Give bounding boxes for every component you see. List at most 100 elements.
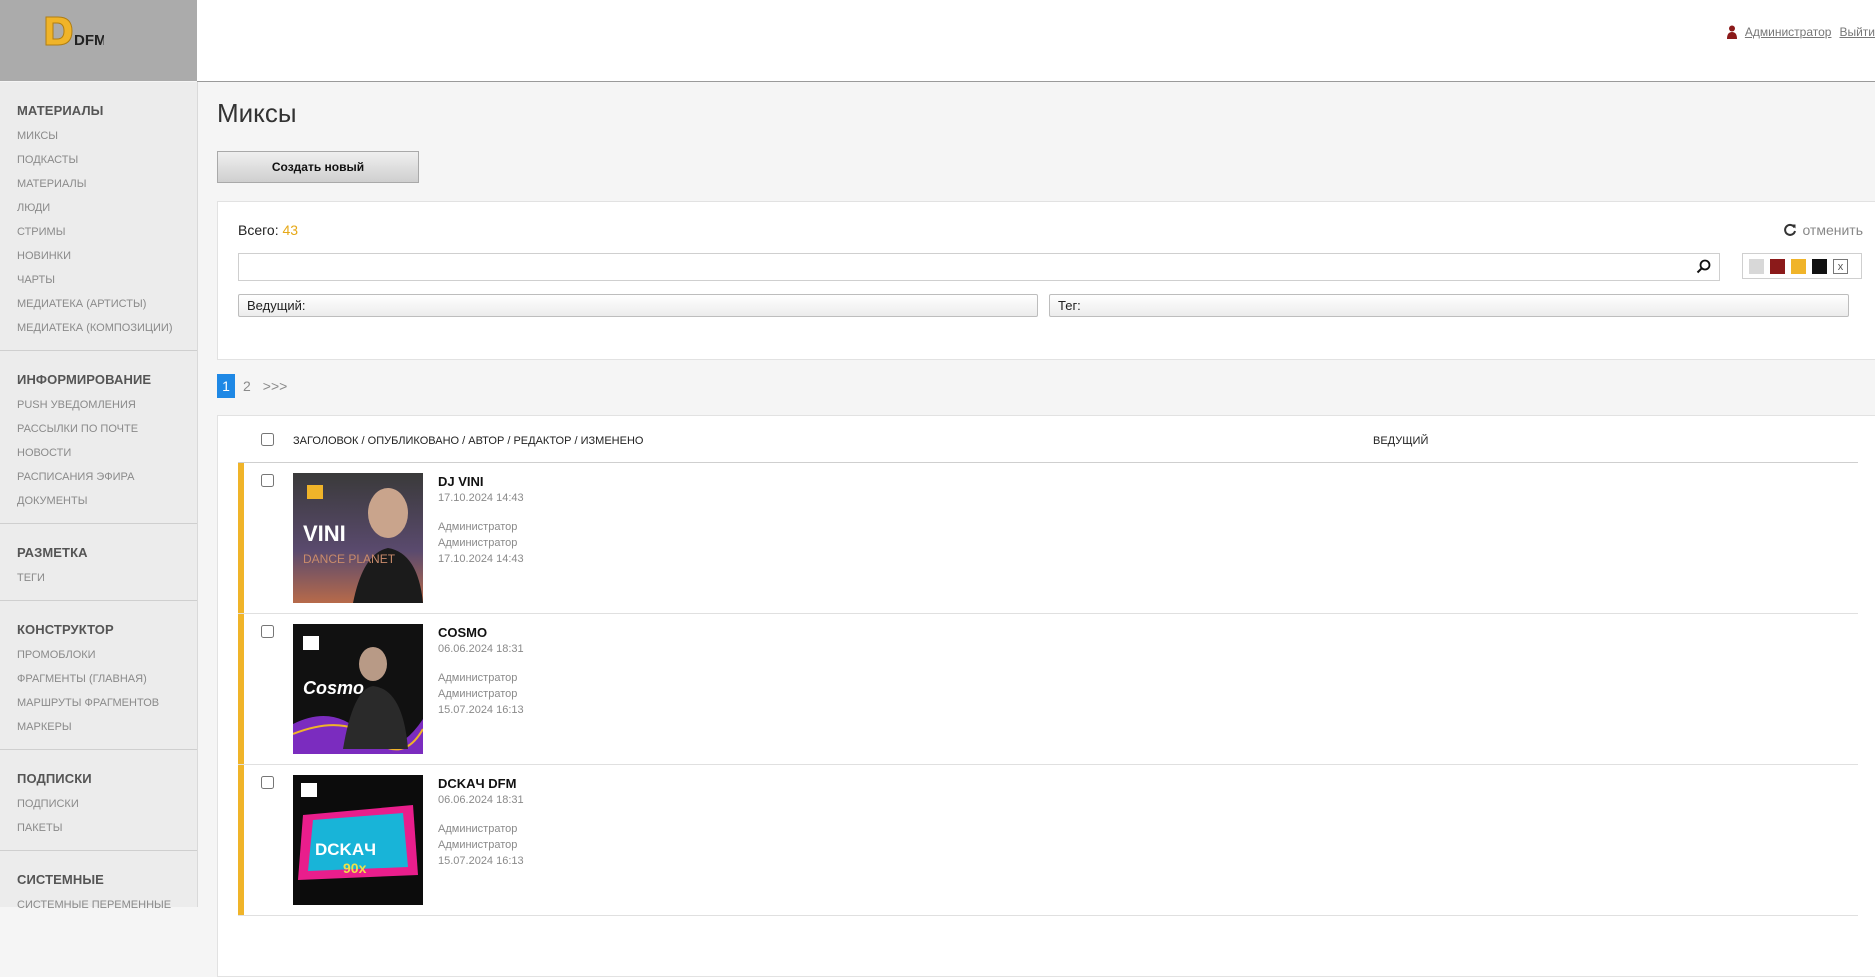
sidebar-item[interactable]: ФРАГМЕНТЫ (ГЛАВНАЯ) [17, 667, 197, 691]
tag-select[interactable]: Тег: [1049, 294, 1849, 317]
row-checkbox[interactable] [261, 625, 274, 638]
logout-link[interactable]: Выйти [1839, 25, 1875, 39]
author-name: Администратор [438, 521, 518, 533]
reset-label: отменить [1802, 222, 1863, 238]
page-title: Миксы [217, 98, 297, 128]
page-link-2[interactable]: 2 [237, 378, 257, 394]
clear-color-button[interactable]: x [1833, 258, 1848, 274]
create-new-button[interactable]: Создать новый [217, 151, 419, 183]
sidebar-item[interactable]: ЛЮДИ [17, 196, 197, 220]
dfm-logo[interactable]: DFM [44, 15, 104, 51]
sidebar-section: КОНСТРУКТОР ПРОМОБЛОКИ ФРАГМЕНТЫ (ГЛАВНАЯ)… [0, 601, 197, 750]
sidebar-section-title[interactable]: СИСТЕМНЫЕ [17, 872, 197, 887]
published-date: 06.06.2024 18:31 [438, 643, 524, 655]
sidebar-item[interactable]: ТЕГИ [17, 566, 197, 590]
sidebar-item[interactable]: МИКСЫ [17, 124, 197, 148]
sidebar-item[interactable]: ДОКУМЕНТЫ [17, 489, 197, 513]
mix-cover-image[interactable]: VINI DANCE PLANET [293, 473, 423, 603]
cover-subtitle: DANCE PLANET [303, 552, 396, 566]
total-count: 43 [282, 222, 299, 238]
search-box [238, 253, 1720, 281]
row-checkbox[interactable] [261, 474, 274, 487]
sidebar-section: СИСТЕМНЫЕ СИСТЕМНЫЕ ПЕРЕМЕННЫЕ [0, 851, 197, 927]
list-item[interactable]: VINI DANCE PLANET DJ VINI 17.10.2024 14:… [238, 463, 1858, 614]
sidebar-item[interactable]: МЕДИАТЕКА (КОМПОЗИЦИИ) [17, 316, 197, 340]
sidebar-section-title[interactable]: МАТЕРИАЛЫ [17, 103, 197, 118]
logo-area[interactable]: DFM [0, 0, 197, 81]
row-checkbox[interactable] [261, 776, 274, 789]
total-counter: Всего: 43 [238, 222, 298, 238]
swatch-dark-red[interactable] [1770, 258, 1785, 274]
main-content: Миксы Создать новый Всего: 43 отменить x… [197, 82, 1875, 977]
presenter-select[interactable]: Ведущий: [238, 294, 1038, 317]
sidebar-section: ПОДПИСКИ ПОДПИСКИ ПАКЕТЫ [0, 750, 197, 851]
total-label: Всего: [238, 222, 279, 238]
list-item[interactable]: DCKAЧ 90x DCKAЧ DFM 06.06.2024 18:31 Адм… [238, 765, 1858, 916]
user-name-link[interactable]: Администратор [1745, 25, 1832, 39]
sidebar-item[interactable]: СТРИМЫ [17, 220, 197, 244]
sidebar-section-title[interactable]: КОНСТРУКТОР [17, 622, 197, 637]
row-accent-bar [238, 765, 244, 915]
mix-title[interactable]: DCKAЧ DFM [438, 776, 516, 791]
sidebar-item[interactable]: МАРКЕРЫ [17, 715, 197, 739]
sidebar-section: ИНФОРМИРОВАНИЕ PUSH УВЕДОМЛЕНИЯ РАССЫЛКИ П… [0, 351, 197, 524]
user-icon [1726, 25, 1737, 39]
editor-name: Администратор [438, 537, 518, 549]
list-item[interactable]: Cosmo COSMO 06.06.2024 18:31 Администрат… [238, 614, 1858, 765]
sidebar-section: РАЗМЕТКА ТЕГИ [0, 524, 197, 601]
published-date: 06.06.2024 18:31 [438, 794, 524, 806]
editor-name: Администратор [438, 839, 518, 851]
cover-title: DCKAЧ [315, 840, 376, 859]
reset-filters-button[interactable]: отменить [1783, 222, 1863, 238]
swatch-black[interactable] [1812, 258, 1827, 274]
sidebar-item[interactable]: МЕДИАТЕКА (АРТИСТЫ) [17, 292, 197, 316]
swatch-yellow[interactable] [1791, 258, 1806, 274]
sidebar-item[interactable]: ПРОМОБЛОКИ [17, 643, 197, 667]
search-input[interactable] [239, 254, 1691, 278]
sidebar-item[interactable]: РАССЫЛКИ ПО ПОЧТЕ [17, 417, 197, 441]
mix-cover-image[interactable]: Cosmo [293, 624, 423, 754]
modified-date: 17.10.2024 14:43 [438, 553, 524, 565]
author-name: Администратор [438, 672, 518, 684]
column-presenter-header[interactable]: ВЕДУЩИЙ [1373, 435, 1428, 447]
sidebar-item[interactable]: ПОДКАСТЫ [17, 148, 197, 172]
mix-cover-image[interactable]: DCKAЧ 90x [293, 775, 423, 905]
swatch-gray[interactable] [1749, 258, 1764, 274]
sidebar-item[interactable]: ПОДПИСКИ [17, 792, 197, 816]
sidebar-section: МАТЕРИАЛЫ МИКСЫ ПОДКАСТЫ МАТЕРИАЛЫ ЛЮДИ СТРИМ… [0, 82, 197, 351]
sidebar-item[interactable]: ЧАРТЫ [17, 268, 197, 292]
page-next[interactable]: >>> [257, 378, 294, 394]
sidebar-item[interactable]: МАТЕРИАЛЫ [17, 172, 197, 196]
cover-title: Cosmo [303, 678, 364, 698]
user-area: Администратор Выйти [1726, 25, 1875, 39]
color-filter: x [1742, 253, 1862, 279]
sidebar-section-title[interactable]: РАЗМЕТКА [17, 545, 197, 560]
sidebar-item[interactable]: РАСПИСАНИЯ ЭФИРА [17, 465, 197, 489]
page-current[interactable]: 1 [217, 374, 235, 398]
modified-date: 15.07.2024 16:13 [438, 855, 524, 867]
select-all-checkbox[interactable] [261, 433, 274, 446]
column-title-header[interactable]: ЗАГОЛОВОК / ОПУБЛИКОВАНО / АВТОР / РЕДАК… [293, 435, 643, 447]
filter-panel: Всего: 43 отменить x Ведущий: Тег: [217, 201, 1875, 360]
sidebar-item[interactable]: НОВОСТИ [17, 441, 197, 465]
sidebar-section-title[interactable]: ПОДПИСКИ [17, 771, 197, 786]
row-accent-bar [238, 463, 244, 613]
published-date: 17.10.2024 14:43 [438, 492, 524, 504]
sidebar-item[interactable]: СИСТЕМНЫЕ ПЕРЕМЕННЫЕ [17, 893, 197, 917]
search-icon[interactable] [1696, 259, 1711, 274]
sidebar-item[interactable]: ПАКЕТЫ [17, 816, 197, 840]
refresh-icon [1784, 223, 1797, 236]
cover-title: VINI [303, 521, 346, 546]
mix-title[interactable]: DJ VINI [438, 474, 484, 489]
sidebar-section-title[interactable]: ИНФОРМИРОВАНИЕ [17, 372, 197, 387]
list-header: ЗАГОЛОВОК / ОПУБЛИКОВАНО / АВТОР / РЕДАК… [238, 416, 1858, 463]
sidebar: МАТЕРИАЛЫ МИКСЫ ПОДКАСТЫ МАТЕРИАЛЫ ЛЮДИ СТРИМ… [0, 82, 198, 911]
author-name: Администратор [438, 823, 518, 835]
sidebar-item[interactable]: НОВИНКИ [17, 244, 197, 268]
sidebar-item[interactable]: PUSH УВЕДОМЛЕНИЯ [17, 393, 197, 417]
sidebar-item[interactable]: МАРШРУТЫ ФРАГМЕНТОВ [17, 691, 197, 715]
top-bar: Администратор Выйти [197, 0, 1875, 82]
row-accent-bar [238, 614, 244, 764]
editor-name: Администратор [438, 688, 518, 700]
mix-title[interactable]: COSMO [438, 625, 487, 640]
